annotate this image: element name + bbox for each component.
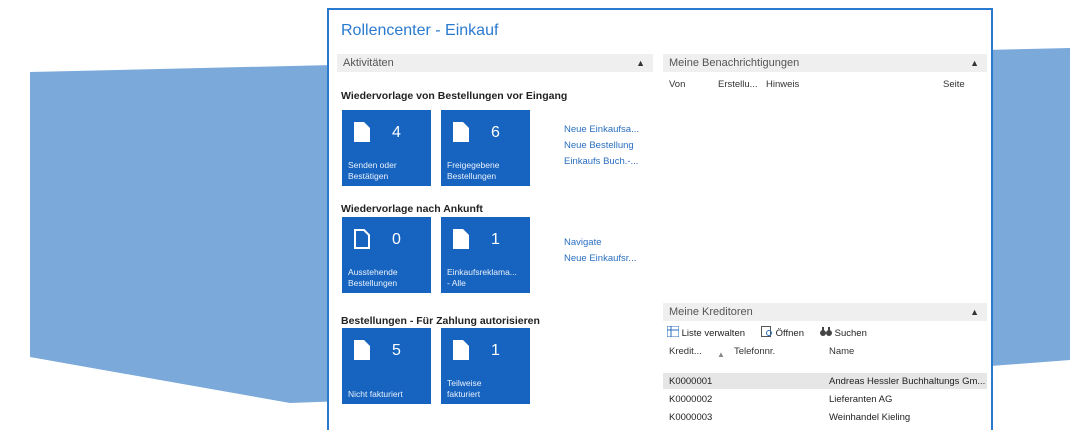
tile-not-invoiced[interactable]: 5 Nicht fakturiert [342, 328, 431, 404]
tile-caption: Teilweise fakturiert [447, 378, 482, 399]
notifications-header-label: Meine Benachrichtigungen [669, 57, 800, 69]
column-header-created[interactable]: Erstellu... [718, 79, 758, 90]
tile-released-orders[interactable]: 6 Freigegebene Bestellungen [441, 110, 530, 186]
link-new-purchase-order[interactable]: Neue Bestellung [564, 140, 634, 151]
tile-count: 5 [392, 342, 401, 359]
column-header-phone[interactable]: Telefonnr. [734, 346, 775, 357]
column-header-page[interactable]: Seite [943, 79, 965, 90]
binoculars-icon [820, 327, 832, 336]
notifications-header[interactable]: Meine Benachrichtigungen ▲ [663, 54, 987, 72]
column-header-note[interactable]: Hinweis [766, 79, 799, 90]
document-icon [453, 340, 469, 360]
document-icon [453, 229, 469, 249]
tile-count: 6 [491, 124, 500, 141]
open-icon [761, 326, 772, 337]
collapse-chevron-icon[interactable]: ▲ [970, 54, 979, 72]
tile-purchase-returns[interactable]: 1 Einkaufsreklama... - Alle [441, 217, 530, 293]
vendor-id[interactable]: K0000001 [669, 376, 712, 387]
tile-caption: Einkaufsreklama... - Alle [447, 267, 517, 288]
vendor-name[interactable]: Weinhandel Kieling [829, 412, 910, 423]
search-label: Suchen [834, 328, 867, 339]
collapse-chevron-icon[interactable]: ▲ [636, 54, 645, 72]
vendor-name[interactable]: Andreas Hessler Buchhaltungs Gm... [829, 376, 985, 387]
document-icon [354, 340, 370, 360]
open-button[interactable]: Öffnen [761, 326, 804, 339]
activities-header[interactable]: Aktivitäten ▲ [337, 54, 653, 72]
tile-count: 1 [491, 342, 500, 359]
vendor-id[interactable]: K0000003 [669, 412, 712, 423]
vendor-id[interactable]: K0000002 [669, 394, 712, 405]
collapse-chevron-icon[interactable]: ▲ [970, 303, 979, 321]
page-title: Rollencenter - Einkauf [341, 22, 499, 39]
tile-count: 4 [392, 124, 401, 141]
link-purchase-journal[interactable]: Einkaufs Buch.-... [564, 156, 638, 167]
column-header-vendor-no[interactable]: Kredit... [669, 346, 702, 357]
vendors-header[interactable]: Meine Kreditoren ▲ [663, 303, 987, 321]
link-new-purchase-return[interactable]: Neue Einkaufsr... [564, 253, 636, 264]
column-header-from[interactable]: Von [669, 79, 685, 90]
tile-send-confirm[interactable]: 4 Senden oder Bestätigen [342, 110, 431, 186]
role-center-window: Rollencenter - Einkauf Aktivitäten ▲ Wie… [327, 8, 993, 430]
link-new-purchase-quote[interactable]: Neue Einkaufsa... [564, 124, 639, 135]
document-outline-icon [354, 229, 370, 249]
document-icon [453, 122, 469, 142]
tile-outstanding-orders[interactable]: 0 Ausstehende Bestellungen [342, 217, 431, 293]
search-button[interactable]: Suchen [820, 326, 867, 339]
section-title: Wiedervorlage nach Ankunft [341, 203, 483, 215]
vendors-header-label: Meine Kreditoren [669, 306, 753, 318]
manage-list-label: Liste verwalten [681, 328, 746, 339]
tile-caption: Senden oder Bestätigen [348, 160, 397, 181]
tile-count: 0 [392, 231, 401, 248]
tile-caption: Freigegebene Bestellungen [447, 160, 500, 181]
vendor-name[interactable]: Lieferanten AG [829, 394, 892, 405]
tile-caption: Ausstehende Bestellungen [348, 267, 398, 288]
sort-ascending-icon[interactable]: ▲ [717, 350, 725, 359]
section-title: Wiedervorlage von Bestellungen vor Einga… [341, 90, 568, 102]
manage-list-button[interactable]: Liste verwalten [666, 325, 746, 339]
activities-header-label: Aktivitäten [343, 57, 394, 69]
section-title: Bestellungen - Für Zahlung autorisieren [341, 315, 540, 327]
column-header-name[interactable]: Name [829, 346, 854, 357]
tile-partially-invoiced[interactable]: 1 Teilweise fakturiert [441, 328, 530, 404]
tile-caption: Nicht fakturiert [348, 389, 403, 399]
open-label: Öffnen [775, 328, 804, 339]
list-manage-icon [666, 325, 680, 338]
tile-count: 1 [491, 231, 500, 248]
document-icon [354, 122, 370, 142]
link-navigate[interactable]: Navigate [564, 237, 602, 248]
